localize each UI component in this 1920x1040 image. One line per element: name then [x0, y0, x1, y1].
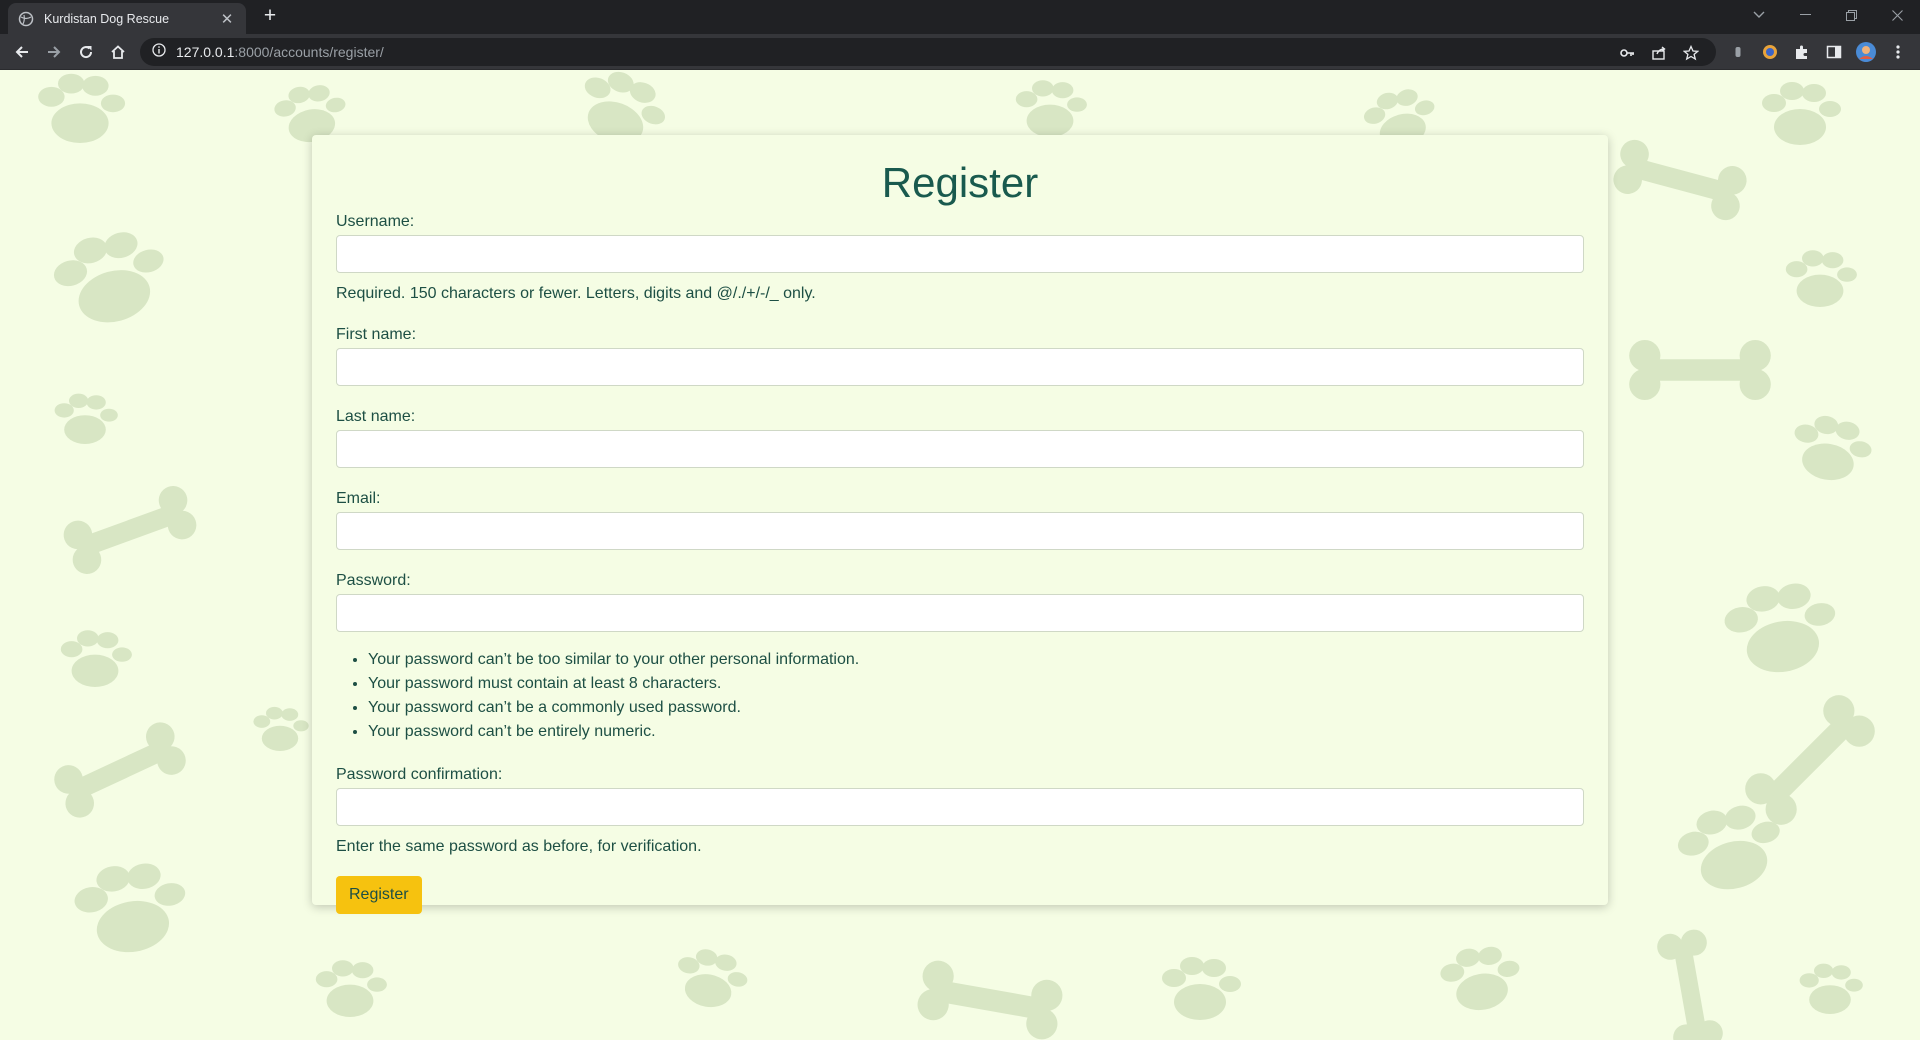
browser-tab[interactable]: Kurdistan Dog Rescue ✕: [8, 3, 246, 34]
bookmark-star-icon[interactable]: [1682, 44, 1700, 62]
password-rule: Your password can’t be a commonly used p…: [368, 696, 1584, 720]
back-arrow-icon[interactable]: [10, 40, 34, 64]
tab-title: Kurdistan Dog Rescue: [44, 11, 170, 26]
register-card: Register Username: Required. 150 charact…: [312, 135, 1608, 915]
forward-arrow-icon[interactable]: [42, 40, 66, 64]
email-field-group: Email:: [336, 490, 1584, 551]
password-input[interactable]: [336, 594, 1584, 633]
page-title: Register: [881, 159, 1039, 206]
register-button[interactable]: Register: [336, 876, 422, 915]
password-label: Password:: [336, 572, 411, 590]
password-rule: Your password must contain at least 8 ch…: [368, 672, 1584, 696]
globe-icon: [18, 11, 34, 27]
home-icon[interactable]: [106, 40, 130, 64]
password-rule: Your password can’t be entirely numeric.: [368, 720, 1584, 744]
browser-tab-strip: Kurdistan Dog Rescue ✕ +: [0, 0, 1920, 34]
url-text: 127.0.0.1:8000/accounts/register/: [176, 44, 384, 60]
last-name-input[interactable]: [336, 430, 1584, 469]
close-window-icon[interactable]: [1874, 0, 1920, 30]
side-panel-icon[interactable]: [1822, 40, 1846, 64]
email-label: Email:: [336, 490, 381, 508]
username-input[interactable]: [336, 235, 1584, 274]
last-name-field-group: Last name:: [336, 408, 1584, 469]
site-info-icon[interactable]: [152, 42, 166, 62]
email-input[interactable]: [336, 512, 1584, 551]
browser-extension-icon[interactable]: [1758, 40, 1782, 64]
first-name-input[interactable]: [336, 348, 1584, 387]
first-name-label: First name:: [336, 326, 417, 344]
first-name-field-group: First name:: [336, 326, 1584, 387]
tab-search-icon[interactable]: [1736, 0, 1782, 30]
reload-icon[interactable]: [74, 40, 98, 64]
password-confirmation-helptext: Enter the same password as before, for v…: [336, 838, 702, 856]
username-helptext: Required. 150 characters or fewer. Lette…: [336, 285, 816, 303]
username-label: Username:: [336, 213, 415, 231]
username-field-group: Username: Required. 150 characters or fe…: [336, 213, 1584, 303]
puzzle-icon[interactable]: [1790, 40, 1814, 64]
new-tab-button[interactable]: +: [258, 5, 282, 29]
address-bar[interactable]: 127.0.0.1:8000/accounts/register/: [140, 38, 1716, 66]
extension-icon[interactable]: [1726, 40, 1750, 64]
minimize-icon[interactable]: [1782, 0, 1828, 30]
profile-avatar[interactable]: [1854, 40, 1878, 64]
password-field-group: Password:: [336, 572, 1584, 633]
password-confirmation-input[interactable]: [336, 788, 1584, 827]
key-icon[interactable]: [1618, 44, 1636, 62]
password-rule: Your password can’t be too similar to yo…: [368, 648, 1584, 672]
share-icon[interactable]: [1650, 44, 1668, 62]
password-confirmation-field-group: Password confirmation: Enter the same pa…: [336, 766, 1584, 856]
password-rules-list: Your password can’t be too similar to yo…: [368, 648, 1584, 744]
restore-icon[interactable]: [1828, 0, 1874, 30]
tab-close-icon[interactable]: ✕: [218, 10, 236, 28]
password-confirmation-label: Password confirmation:: [336, 766, 503, 784]
browser-toolbar: 127.0.0.1:8000/accounts/register/: [0, 34, 1920, 70]
menu-kebab-icon[interactable]: [1886, 40, 1910, 64]
last-name-label: Last name:: [336, 408, 416, 426]
